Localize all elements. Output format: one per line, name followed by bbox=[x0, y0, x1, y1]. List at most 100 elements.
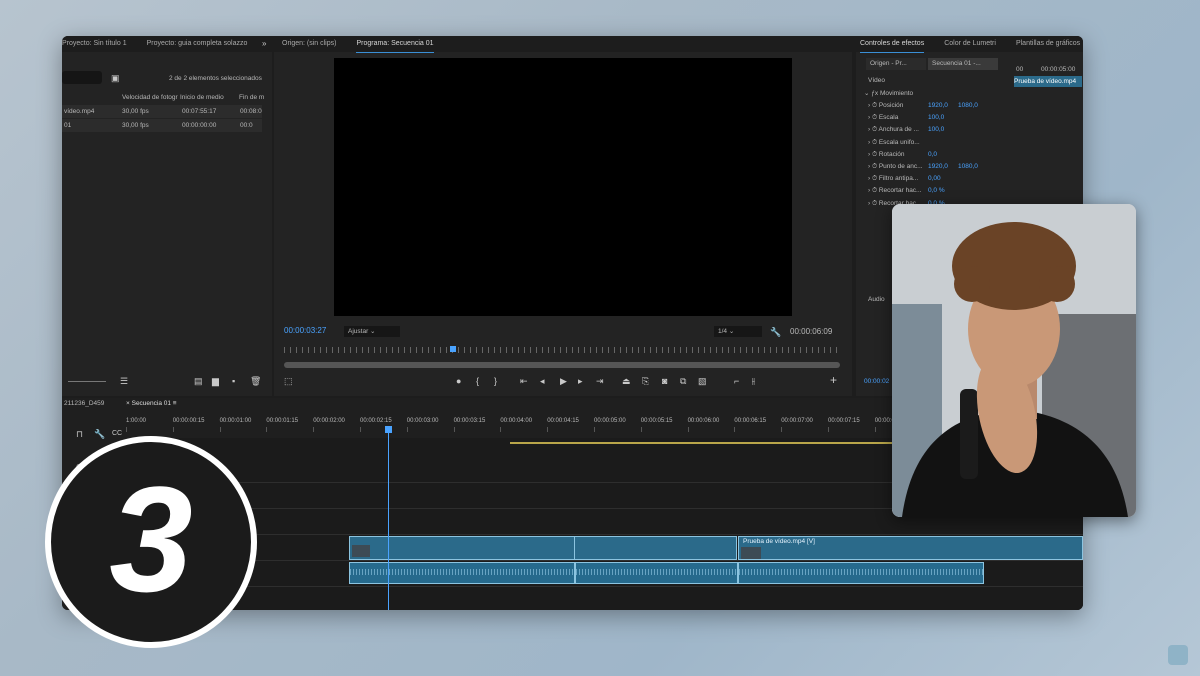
ruler-timecode: 00:00:02:15 bbox=[360, 418, 392, 424]
playhead[interactable] bbox=[388, 426, 389, 610]
compare-icon[interactable]: ⧉ bbox=[680, 376, 686, 386]
effect-property-row[interactable]: › ⏱ Rotación 0,0 bbox=[868, 151, 1008, 159]
audio-section-label: Audio bbox=[868, 296, 885, 303]
property-value[interactable]: 100,0 bbox=[928, 126, 944, 133]
expand-panels-icon[interactable]: » bbox=[262, 39, 266, 49]
tab-project-1[interactable]: Proyecto: Sin título 1 bbox=[62, 36, 127, 52]
new-item-icon[interactable]: ▪ bbox=[232, 376, 235, 386]
mark-out-icon[interactable]: } bbox=[494, 376, 497, 386]
channel-avatar[interactable] bbox=[1168, 645, 1188, 665]
tab-effect-controls[interactable]: Controles de efectos bbox=[860, 36, 925, 53]
fit-dropdown[interactable]: Ajustar ⌄ bbox=[344, 326, 400, 337]
current-timecode[interactable]: 00:00:03:27 bbox=[284, 326, 326, 335]
playhead-marker[interactable] bbox=[450, 346, 456, 352]
sequence-selector[interactable]: Secuencia 01 -... bbox=[928, 58, 998, 70]
settings-icon[interactable]: ⫲ bbox=[752, 376, 755, 386]
effect-property-row[interactable]: › ⏱ Posición 1920,0 1080,0 bbox=[868, 102, 1008, 110]
video-preview bbox=[334, 58, 792, 316]
col-media-start[interactable]: Inicio de medio bbox=[180, 94, 224, 101]
table-row[interactable]: 01 30,00 fps 00:00:00:00 00:0 bbox=[62, 119, 262, 132]
tab-project-2[interactable]: Proyecto: guia completa solazzo bbox=[147, 36, 248, 52]
step-back-icon[interactable]: ◂ bbox=[540, 376, 545, 386]
property-value[interactable]: 1080,0 bbox=[958, 163, 978, 170]
col-media-end[interactable]: Fin de m bbox=[239, 94, 264, 101]
folder-icon[interactable]: ▣ bbox=[111, 73, 120, 83]
property-value[interactable]: 0,0 bbox=[928, 151, 937, 158]
camera-icon[interactable]: ◙ bbox=[662, 376, 667, 386]
clip-thumbnail bbox=[741, 547, 761, 559]
tab-program[interactable]: Programa: Secuencia 01 bbox=[356, 36, 434, 53]
effect-property-row[interactable]: › ⏱ Escala 100,0 bbox=[868, 114, 1008, 122]
tab-lumetri[interactable]: Color de Lumetri bbox=[944, 36, 996, 52]
property-name: › ⏱ Escala bbox=[868, 114, 899, 122]
source-selector[interactable]: Origen - Pr... bbox=[866, 58, 926, 70]
audio-clip[interactable] bbox=[349, 562, 575, 584]
property-value[interactable]: 0,00 bbox=[928, 175, 941, 182]
ruler-tick bbox=[687, 427, 689, 432]
ruler-timecode: 00:00:04:15 bbox=[547, 418, 579, 424]
add-button-icon[interactable]: + bbox=[830, 374, 837, 386]
tab-other-sequence[interactable]: 211236_D459 bbox=[64, 400, 104, 407]
video-clip[interactable] bbox=[349, 536, 737, 560]
trash-icon[interactable]: 🗑 bbox=[250, 376, 261, 386]
ruler-timecode: 00:00:03:15 bbox=[453, 418, 486, 424]
project-search-input[interactable] bbox=[62, 71, 102, 84]
row-end: 00:0 bbox=[240, 122, 253, 129]
ruler-timecode: 00:00:06:00 bbox=[687, 418, 720, 424]
trim-icon[interactable]: ⌐ bbox=[734, 376, 739, 386]
property-value[interactable]: 1920,0 bbox=[928, 102, 948, 109]
property-value[interactable]: 1080,0 bbox=[958, 102, 978, 109]
ruler-tick bbox=[828, 427, 829, 432]
zoom-slider[interactable] bbox=[68, 381, 106, 382]
tab-sequence-01[interactable]: × Secuencia 01 ≡ bbox=[126, 400, 177, 407]
captions-icon[interactable]: CC bbox=[112, 429, 122, 439]
clip-label: Prueba de vídeo.mp4 [V] bbox=[743, 538, 815, 545]
ruler-tick bbox=[874, 427, 876, 432]
marker-icon[interactable]: ● bbox=[456, 376, 461, 386]
audio-clip[interactable] bbox=[738, 562, 984, 584]
property-name: › ⏱ Anchura de ... bbox=[868, 126, 919, 134]
automate-icon[interactable]: ▤ bbox=[194, 376, 203, 386]
mark-in-icon[interactable]: { bbox=[476, 376, 479, 386]
row-fps: 30,00 fps bbox=[122, 122, 149, 129]
effect-property-row[interactable]: › ⏱ Filtro antipa... 0,00 bbox=[868, 175, 1008, 183]
extract-icon[interactable]: ⎘ bbox=[642, 376, 649, 386]
go-to-out-icon[interactable]: ⇥ bbox=[596, 376, 604, 386]
audio-clip[interactable] bbox=[575, 562, 738, 584]
presenter-image bbox=[892, 204, 1136, 517]
ruler-timecode: 00:00:05:15 bbox=[640, 418, 673, 424]
property-value[interactable]: 0,0 % bbox=[928, 187, 945, 194]
tab-graphics[interactable]: Plantillas de gráficos bbox=[1016, 36, 1080, 52]
property-name: › ⏱ Filtro antipa... bbox=[868, 175, 919, 183]
motion-effect[interactable]: ⌄ ƒx Movimiento bbox=[864, 89, 913, 97]
new-bin-icon[interactable]: ▆ bbox=[212, 376, 219, 386]
go-to-in-icon[interactable]: ⇤ bbox=[520, 376, 528, 386]
wrench-icon[interactable]: 🔧 bbox=[770, 327, 781, 337]
tab-source[interactable]: Origen: (sin clips) bbox=[282, 36, 336, 52]
table-row[interactable]: vídeo.mp4 30,00 fps 00:07:55:17 00:08:0 bbox=[62, 105, 262, 118]
video-clip[interactable]: Prueba de vídeo.mp4 [V] bbox=[738, 536, 1083, 560]
ruler-timecode: 00:00:07:00 bbox=[781, 418, 813, 424]
property-value[interactable]: 100,0 bbox=[928, 114, 944, 121]
snap-icon[interactable]: ⊓ bbox=[76, 429, 83, 439]
effect-property-row[interactable]: › ⏱ Punto de anc... 1920,0 1080,0 bbox=[868, 163, 1008, 171]
ruler-tick bbox=[640, 427, 642, 432]
image-icon[interactable]: ▧ bbox=[698, 376, 707, 386]
effects-timecode: 00:00:02 bbox=[864, 378, 890, 385]
step-forward-icon[interactable]: ▸ bbox=[578, 376, 583, 386]
list-view-icon[interactable]: ☰ bbox=[120, 376, 128, 386]
effect-property-row[interactable]: › ⏱ Escala unifo... bbox=[868, 139, 1008, 147]
mini-ruler[interactable] bbox=[284, 347, 838, 353]
safe-margins-icon[interactable]: ⬚ bbox=[284, 376, 293, 386]
col-fps[interactable]: Velocidad de fotogr bbox=[122, 94, 178, 101]
ruler-timecode: 00:00:07:15 bbox=[828, 418, 860, 424]
effect-property-row[interactable]: › ⏱ Anchura de ... 100,0 bbox=[868, 126, 1008, 134]
resolution-dropdown[interactable]: 1/4 ⌄ bbox=[714, 326, 762, 337]
play-icon[interactable]: ▶ bbox=[560, 376, 567, 386]
playhead-handle[interactable] bbox=[385, 426, 392, 433]
lift-icon[interactable]: ⏏ bbox=[622, 376, 631, 386]
effect-property-row[interactable]: › ⏱ Recortar hac... 0,0 % bbox=[868, 187, 1008, 195]
property-value[interactable]: 1920,0 bbox=[928, 163, 948, 170]
zoom-scrollbar[interactable] bbox=[284, 362, 840, 368]
wrench-icon[interactable]: 🔧 bbox=[94, 429, 105, 439]
